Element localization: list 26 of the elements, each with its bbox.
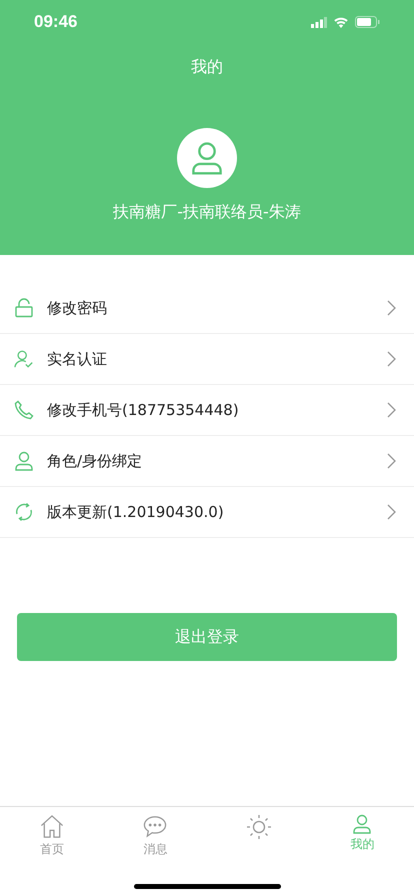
phone-icon: [14, 400, 34, 420]
wifi-icon: [333, 16, 349, 28]
lock-icon: [14, 298, 34, 318]
chevron-right-icon: [387, 351, 396, 367]
menu-label: 修改手机号(18775354448): [47, 400, 240, 420]
chevron-right-icon: [387, 402, 396, 418]
user-check-icon: [14, 349, 34, 369]
menu-label: 修改密码: [47, 298, 108, 318]
status-time: 09:46: [34, 12, 78, 32]
user-name: 扶南糖厂-扶南联络员-朱涛: [113, 202, 301, 223]
chevron-right-icon: [387, 300, 396, 316]
person-icon: [14, 451, 34, 471]
person-icon: [190, 141, 224, 175]
chevron-right-icon: [387, 504, 396, 520]
page-title: 我的: [191, 57, 223, 78]
refresh-icon: [14, 502, 34, 522]
home-icon: [38, 814, 65, 839]
menu-label: 版本更新(1.20190430.0): [47, 502, 225, 522]
signal-icon: [311, 16, 327, 28]
menu-label: 角色/身份绑定: [47, 452, 144, 470]
person-icon: [352, 814, 372, 834]
sun-icon: [246, 814, 272, 840]
chevron-right-icon: [387, 453, 396, 469]
menu-label: 实名认证: [47, 350, 108, 368]
chat-icon: [142, 814, 168, 839]
battery-icon: [355, 16, 380, 28]
